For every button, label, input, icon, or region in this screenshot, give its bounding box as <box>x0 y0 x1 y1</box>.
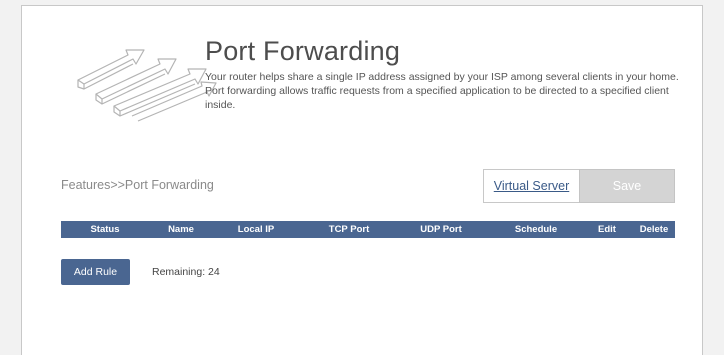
breadcrumb: Features>>Port Forwarding <box>61 178 214 192</box>
remaining-count: 24 <box>208 266 220 278</box>
content-panel: Port Forwarding Your router helps share … <box>21 5 703 355</box>
column-header-edit: Edit <box>598 224 616 235</box>
column-header-status: Status <box>90 224 120 235</box>
column-header-tcp-port: TCP Port <box>328 224 370 235</box>
rules-table-header: Status Name Local IP TCP Port UDP Port S… <box>61 221 675 238</box>
column-header-schedule: Schedule <box>514 224 558 235</box>
save-button[interactable]: Save <box>579 169 675 203</box>
add-rule-button[interactable]: Add Rule <box>61 259 130 285</box>
column-header-udp-port: UDP Port <box>420 224 462 235</box>
remaining-label: Remaining: <box>152 266 206 278</box>
page-description: Your router helps share a single IP addr… <box>205 71 679 111</box>
page-title: Port Forwarding <box>205 36 401 66</box>
column-header-name: Name <box>168 224 194 235</box>
virtual-server-link[interactable]: Virtual Server <box>483 169 579 203</box>
column-header-delete: Delete <box>639 224 669 235</box>
remaining-rules-text: Remaining: 24 <box>152 266 220 278</box>
port-forwarding-arrows-icon <box>77 49 217 122</box>
column-header-local-ip: Local IP <box>237 224 275 235</box>
